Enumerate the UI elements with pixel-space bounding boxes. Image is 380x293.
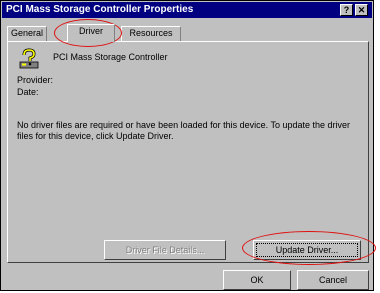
ok-button[interactable]: OK xyxy=(223,270,291,290)
driver-file-details-button[interactable]: Driver File Details... xyxy=(104,240,226,260)
provider-label: Provider: xyxy=(17,75,54,85)
window-title: PCI Mass Storage Controller Properties xyxy=(6,4,194,15)
tab-resources[interactable]: Resources xyxy=(121,26,181,41)
update-driver-button[interactable]: Update Driver... xyxy=(253,240,361,260)
close-button[interactable]: ✕ xyxy=(355,4,368,16)
driver-file-details-label: Driver File Details... xyxy=(125,245,205,255)
tab-driver[interactable]: Driver xyxy=(67,24,115,42)
cancel-button[interactable]: Cancel xyxy=(297,270,369,290)
help-button[interactable]: ? xyxy=(340,4,353,16)
driver-message: No driver files are required or have bee… xyxy=(17,120,351,141)
date-label: Date: xyxy=(17,87,39,97)
title-bar[interactable]: PCI Mass Storage Controller Properties ?… xyxy=(2,2,372,18)
tab-general[interactable]: General xyxy=(7,26,47,41)
update-driver-label: Update Driver... xyxy=(275,245,339,255)
device-name: PCI Mass Storage Controller xyxy=(53,52,168,62)
properties-dialog: PCI Mass Storage Controller Properties ?… xyxy=(0,0,376,291)
driver-tab-panel: PCI Mass Storage Controller Provider: Da… xyxy=(7,41,369,263)
question-mark-icon xyxy=(19,48,39,69)
